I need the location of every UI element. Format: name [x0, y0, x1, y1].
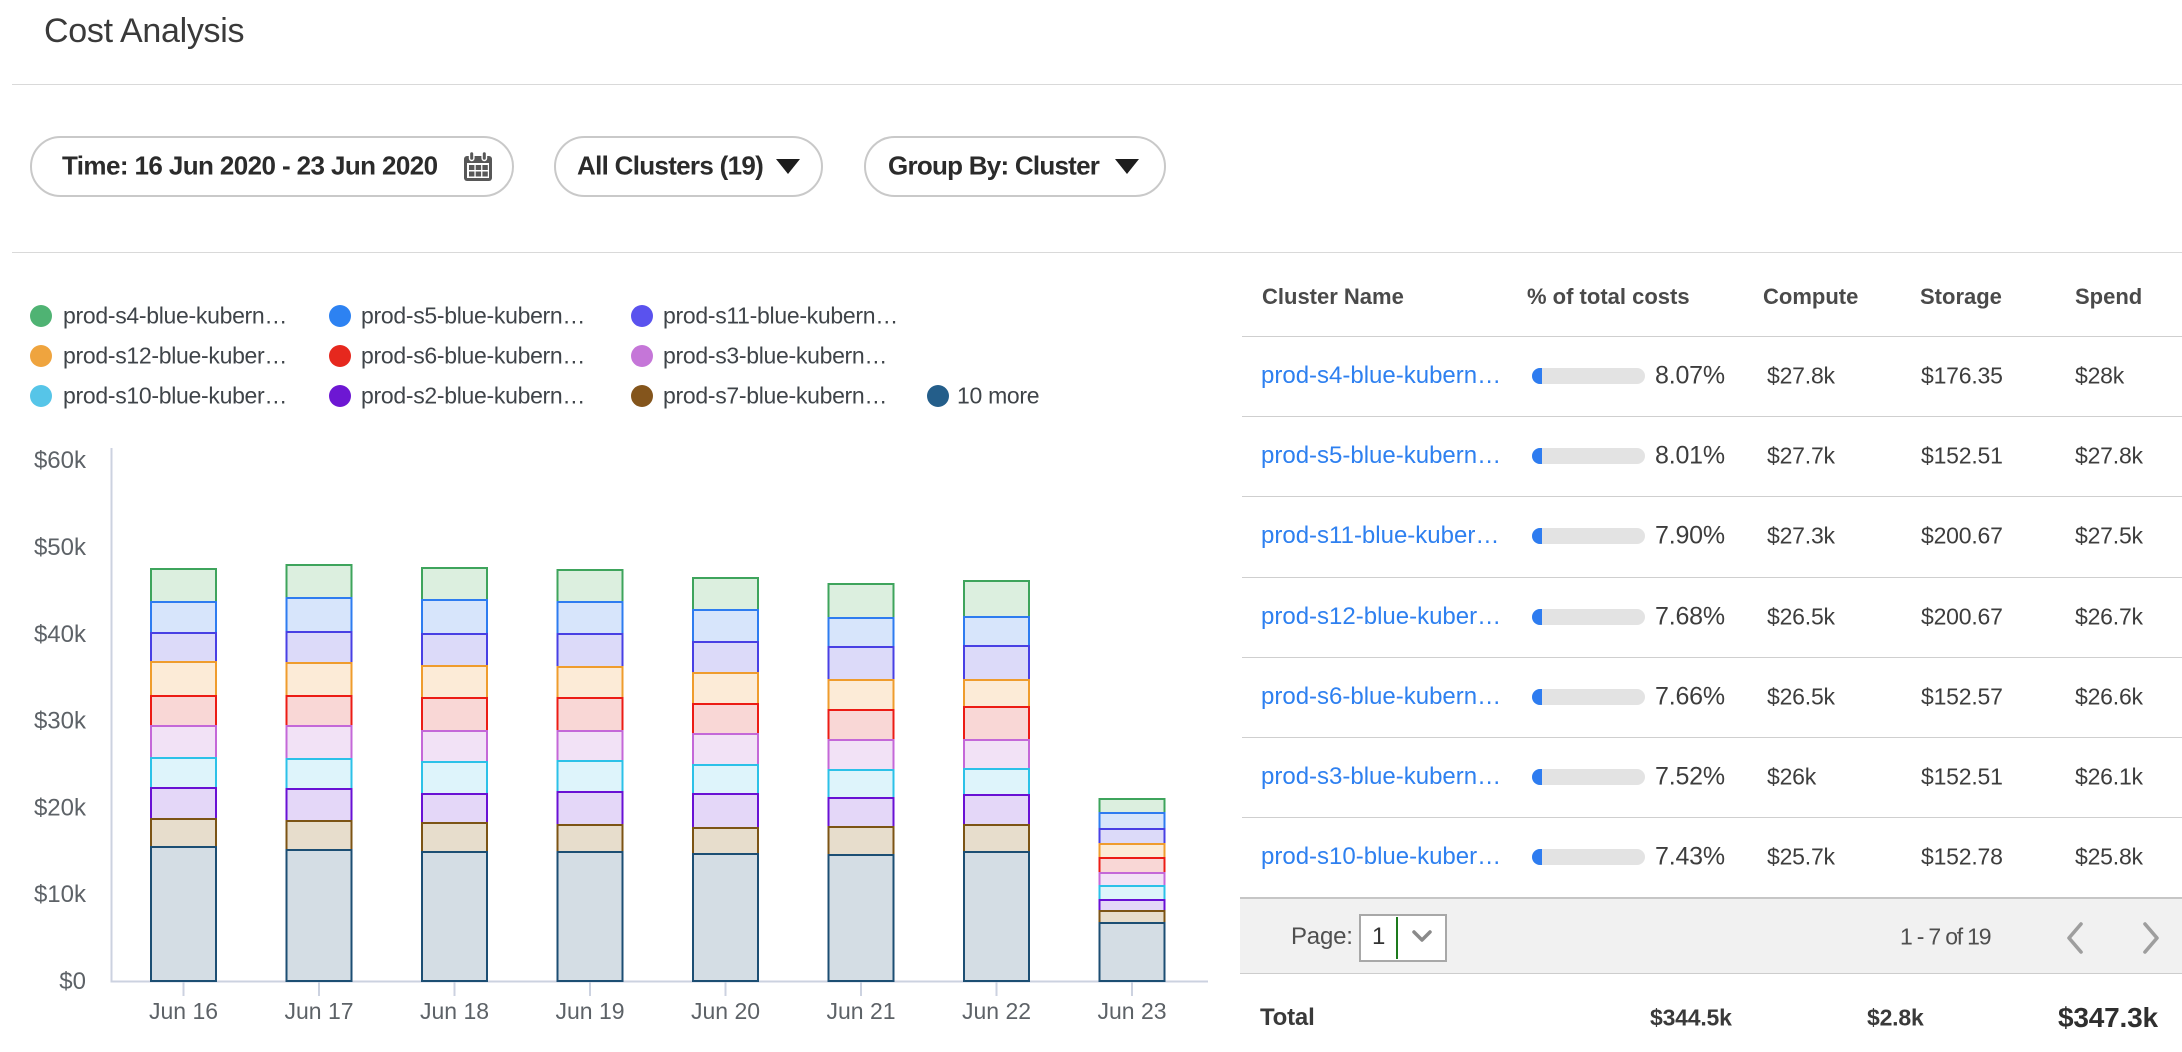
svg-text:$20k: $20k [34, 795, 87, 822]
svg-text:Jun 21: Jun 21 [826, 998, 895, 1024]
svg-text:Jun 17: Jun 17 [284, 998, 353, 1024]
svg-text:$0: $0 [59, 968, 86, 995]
svg-text:Jun 23: Jun 23 [1097, 998, 1166, 1024]
svg-text:Jun 19: Jun 19 [555, 998, 624, 1024]
svg-text:$40k: $40k [34, 621, 87, 648]
svg-text:Jun 18: Jun 18 [420, 998, 489, 1024]
svg-text:$30k: $30k [34, 708, 87, 735]
svg-text:$50k: $50k [34, 534, 87, 561]
svg-text:Jun 22: Jun 22 [962, 998, 1031, 1024]
svg-text:Jun 16: Jun 16 [149, 998, 218, 1024]
svg-text:$60k: $60k [34, 447, 87, 474]
svg-text:Jun 20: Jun 20 [691, 998, 760, 1024]
svg-text:$10k: $10k [34, 881, 87, 908]
